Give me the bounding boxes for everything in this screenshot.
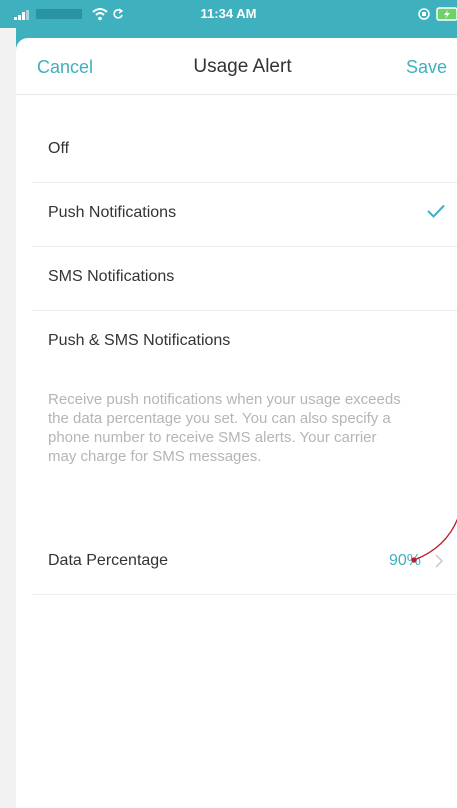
option-label: Push & SMS Notifications [48, 332, 231, 349]
option-label: Push Notifications [48, 204, 177, 221]
checkmark-icon [427, 204, 445, 218]
save-button[interactable]: Save [406, 57, 447, 78]
data-percentage-value: 90% [388, 552, 421, 569]
description-text: Receive push notifications when your usa… [48, 391, 401, 465]
battery-icon [418, 7, 457, 21]
option-label: SMS Notifications [48, 268, 175, 285]
sheet-edge [0, 28, 16, 808]
status-time: 11:34 AM [200, 6, 257, 21]
option-sms-notifications[interactable]: SMS Notifications [32, 246, 457, 311]
option-label: Off [48, 140, 70, 157]
option-push-notifications[interactable]: Push Notifications [32, 182, 457, 247]
status-bar: 11:34 AM [0, 0, 457, 28]
option-off[interactable]: Off [32, 118, 457, 183]
nav-bar: Cancel Usage Alert Save [16, 38, 457, 95]
chevron-right-icon [435, 554, 443, 568]
option-push-sms-notifications[interactable]: Push & SMS Notifications [32, 310, 457, 374]
page-title: Usage Alert [193, 56, 292, 77]
data-percentage-row[interactable]: Data Percentage 90% [32, 530, 457, 595]
data-percentage-label: Data Percentage [48, 552, 169, 569]
